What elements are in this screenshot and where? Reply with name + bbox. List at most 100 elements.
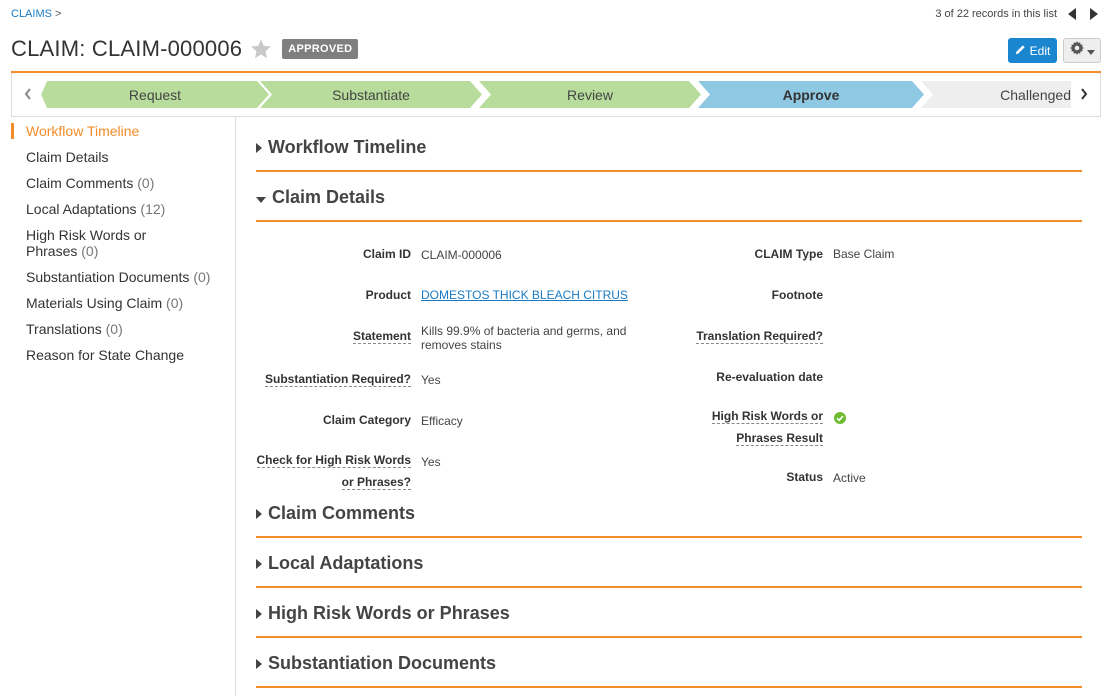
claim-category-label-text: Claim Category [322, 413, 411, 427]
sidebar-item-substantiation-documents[interactable]: Substantiation Documents (0) [11, 269, 210, 285]
sidebar-item-count: (0) [81, 243, 99, 259]
section-local-adaptations: Local Adaptations [256, 548, 1082, 588]
statement-value: Kills 99.9% of bacteria and germs, and r… [421, 324, 626, 352]
sidebar-item-label: Local Adaptations [26, 201, 137, 217]
statement-value-line1: Kills 99.9% of bacteria and germs, and [421, 324, 627, 338]
workflow-stage-approve[interactable]: Approve [698, 81, 924, 108]
workflow-scroll-right-icon[interactable] [1080, 87, 1088, 105]
section-title: Substantiation Documents [268, 653, 497, 673]
claim-id-label-text: Claim ID [362, 247, 411, 261]
sidebar-item-label: Claim Details [26, 149, 109, 165]
workflow-stage-request[interactable]: Request [41, 81, 269, 108]
title-row: CLAIM: CLAIM-000006 APPROVED [11, 36, 359, 62]
sidebar-item-count: (0) [105, 321, 123, 337]
page-title: CLAIM: CLAIM-000006 [11, 36, 243, 61]
sidebar-item-local-adaptations[interactable]: Local Adaptations (12) [11, 201, 165, 217]
section-title: Workflow Timeline [268, 137, 427, 157]
claim-type-label-text: CLAIM Type [754, 247, 823, 261]
sidebar-item-count: (12) [140, 201, 166, 217]
caret-right-icon [256, 137, 262, 158]
section-toggle[interactable]: High Risk Words or Phrases [256, 603, 510, 624]
section-title: Claim Details [272, 187, 386, 207]
record-navigation: 3 of 22 records in this list [935, 7, 1101, 21]
sidebar-item-high-risk-words[interactable]: High Risk Words or Phrases (0) [11, 227, 146, 259]
sidebar-item-count: (0) [166, 295, 184, 311]
breadcrumb-claims-link[interactable]: CLAIMS [11, 8, 52, 20]
status-value: Active [833, 471, 866, 485]
sidebar-item-label-line2: Phrases [26, 243, 78, 259]
caret-down-icon [256, 187, 266, 208]
product-label: Product [256, 284, 411, 306]
caret-right-icon [256, 653, 262, 674]
sidebar-item-claim-comments[interactable]: Claim Comments (0) [11, 175, 154, 191]
sidebar-item-claim-details[interactable]: Claim Details [11, 149, 108, 165]
high-risk-result-label: High Risk Words or Phrases Result [668, 405, 823, 449]
section-toggle[interactable]: Claim Comments [256, 503, 415, 524]
sidebar-item-label: Claim Comments [26, 175, 134, 191]
sidebar-item-materials-using-claim[interactable]: Materials Using Claim (0) [11, 295, 183, 311]
workflow-stage-substantiate[interactable]: Substantiate [260, 81, 482, 108]
breadcrumb: CLAIMS > [11, 8, 61, 20]
workflow-stage-label: Request [128, 86, 182, 103]
sidebar-item-label: High Risk Words or [26, 227, 147, 243]
workflow-stage-label: Approve [782, 86, 840, 103]
claim-type-label: CLAIM Type [668, 243, 823, 265]
section-substantiation-documents: Substantiation Documents [256, 648, 1082, 688]
section-toggle[interactable]: Workflow Timeline [256, 137, 426, 158]
check-high-risk-label-line2: or Phrases? [341, 475, 411, 490]
claim-id-value: CLAIM-000006 [421, 248, 502, 262]
chevron-down-icon [1086, 42, 1095, 60]
next-record-icon[interactable] [1087, 7, 1101, 21]
sidebar-item-reason-for-state-change[interactable]: Reason for State Change [11, 347, 184, 363]
section-toggle[interactable]: Claim Details [256, 187, 385, 208]
status-badge: APPROVED [282, 39, 359, 59]
sidebar-item-label: Materials Using Claim [26, 295, 163, 311]
workflow-stage-label: Challenged [1000, 86, 1071, 103]
translation-required-label: Translation Required? [668, 325, 823, 347]
claim-id-label: Claim ID [256, 243, 411, 265]
sidebar-item-label: Substantiation Documents [26, 269, 190, 285]
check-high-risk-value: Yes [421, 455, 441, 469]
workflow-scroll-left-icon[interactable] [24, 87, 32, 105]
claim-category-value: Efficacy [421, 414, 463, 428]
sidebar-item-count: (0) [137, 175, 155, 191]
edit-button[interactable]: Edit [1008, 38, 1057, 63]
statement-label: Statement [256, 325, 411, 347]
footnote-label: Footnote [668, 284, 823, 306]
section-claim-details: Claim Details [256, 182, 1082, 222]
sidebar-item-label: Workflow Timeline [26, 123, 140, 139]
workflow-stage-bar: Request Substantiate Review Approve Chal… [11, 73, 1101, 117]
caret-right-icon [256, 553, 262, 574]
substantiation-required-value: Yes [421, 373, 441, 387]
sidebar-item-translations[interactable]: Translations (0) [11, 321, 123, 337]
high-risk-result-label-line2: Phrases Result [736, 431, 823, 446]
section-toggle[interactable]: Local Adaptations [256, 553, 423, 574]
reevaluation-date-label: Re-evaluation date [668, 366, 823, 388]
previous-record-icon[interactable] [1065, 7, 1079, 21]
footnote-label-text: Footnote [771, 288, 823, 302]
actions-menu-button[interactable] [1063, 38, 1101, 63]
section-title: Claim Comments [268, 503, 416, 523]
section-workflow-timeline: Workflow Timeline [256, 132, 1082, 172]
workflow-stage-review[interactable]: Review [479, 81, 701, 108]
reevaluation-date-label-text: Re-evaluation date [716, 370, 823, 384]
section-title: Local Adaptations [268, 553, 424, 573]
record-position-text: 3 of 22 records in this list [935, 8, 1057, 20]
gear-icon [1069, 41, 1084, 60]
statement-value-line2: removes stains [421, 338, 502, 352]
workflow-stage-label: Substantiate [332, 86, 410, 103]
check-high-risk-label-line1: Check for High Risk Words [256, 453, 411, 468]
section-toggle[interactable]: Substantiation Documents [256, 653, 496, 674]
product-label-text: Product [365, 288, 411, 302]
section-title: High Risk Words or Phrases [268, 603, 510, 623]
favorite-star-icon[interactable] [250, 38, 272, 60]
product-link[interactable]: DOMESTOS THICK BLEACH CITRUS [421, 288, 628, 302]
workflow-stage-challenged[interactable]: Challenged [921, 81, 1071, 108]
high-risk-result-label-line1: High Risk Words or [711, 409, 823, 424]
sidebar-item-label: Reason for State Change [26, 347, 184, 363]
status-label: Status [668, 466, 823, 488]
status-label-text: Status [786, 470, 823, 484]
workflow-stage-label: Review [567, 86, 613, 103]
sidebar-item-workflow-timeline[interactable]: Workflow Timeline [11, 123, 139, 139]
substantiation-required-label-text: Substantiation Required? [264, 372, 411, 387]
